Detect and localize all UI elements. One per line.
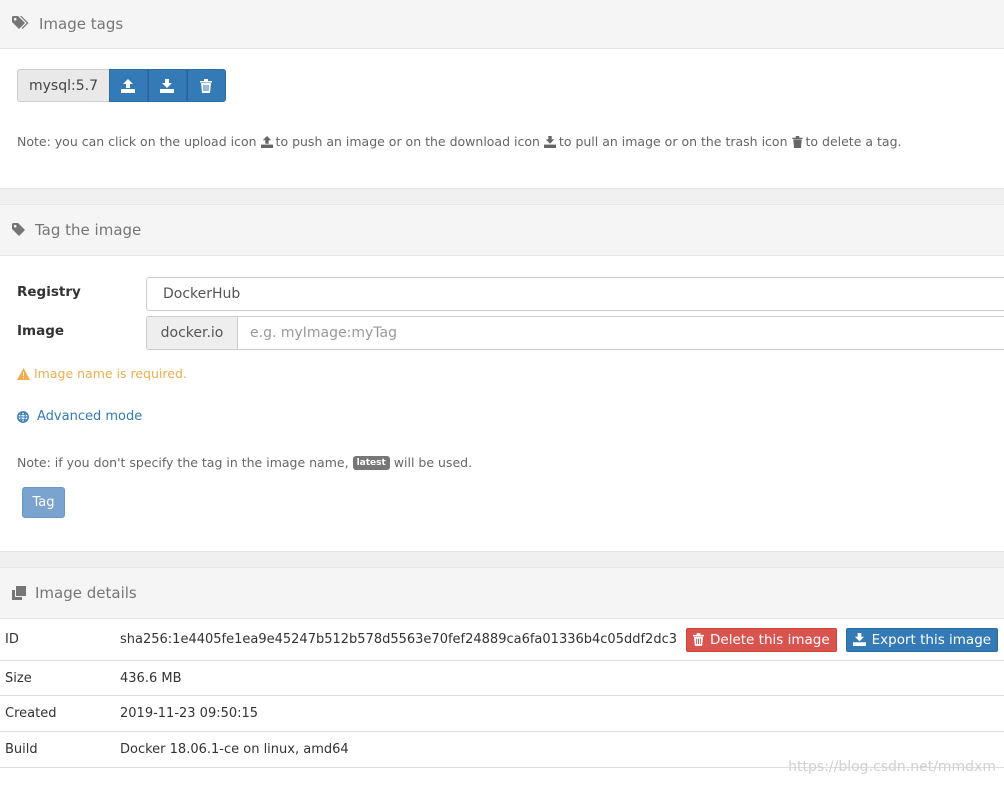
image-details-title: Image details: [35, 584, 137, 602]
globe-icon: [17, 410, 29, 423]
image-details-header: Image details: [0, 568, 1004, 619]
image-tags-title: Image tags: [39, 15, 124, 33]
download-icon: [852, 633, 866, 646]
image-required-warning: Image name is required.: [17, 366, 187, 381]
table-row: Size 436.6 MB: [0, 661, 1004, 696]
registry-prefix: docker.io: [146, 316, 237, 350]
trash-icon: [791, 135, 803, 148]
export-image-label: Export this image: [871, 631, 992, 648]
advanced-mode-label: Advanced mode: [37, 409, 143, 424]
tag-note-after: will be used.: [393, 455, 473, 470]
warning-text: Image name is required.: [34, 366, 187, 381]
tags-note-part-1: Note: you can click on the upload icon: [17, 134, 257, 149]
table-row: ID sha256:1e4405fe1ea9e45247b512b578d556…: [0, 619, 1004, 661]
upload-icon: [260, 135, 273, 148]
tag-image-header: Tag the image: [0, 205, 1004, 256]
tag-image-title: Tag the image: [35, 221, 142, 239]
trash-icon: [200, 78, 213, 93]
tag-note: Note: if you don't specify the tag in th…: [17, 455, 472, 470]
upload-icon: [121, 78, 136, 93]
id-value: sha256:1e4405fe1ea9e45247b512b578d5563e7…: [120, 632, 677, 647]
tags-note-part-2: to push an image or on the download icon: [275, 134, 540, 149]
build-value: Docker 18.06.1-ce on linux, amd64: [120, 742, 349, 757]
tag-name: mysql:5.7: [17, 69, 109, 102]
watermark: https://blog.csdn.net/mmdxm: [788, 759, 996, 775]
created-label: Created: [5, 706, 57, 721]
tag-image-panel: Tag the image Registry DockerHub Image d…: [0, 204, 1004, 552]
id-label: ID: [5, 632, 19, 647]
delete-tag-button[interactable]: [186, 69, 226, 102]
image-name-input[interactable]: [237, 316, 1004, 350]
registry-select[interactable]: DockerHub: [146, 277, 1004, 311]
image-details-panel: Image details ID sha256:1e4405fe1ea9e452…: [0, 567, 1004, 787]
table-row: Created 2019-11-23 09:50:15: [0, 696, 1004, 732]
trash-icon: [693, 633, 704, 646]
build-label: Build: [5, 742, 38, 757]
image-input-group: docker.io: [146, 316, 1004, 350]
latest-badge: latest: [352, 455, 390, 470]
created-value: 2019-11-23 09:50:15: [120, 706, 259, 721]
delete-image-button[interactable]: Delete this image: [686, 627, 837, 652]
tags-note: Note: you can click on the upload icon t…: [17, 134, 901, 149]
tags-note-part-3: to pull an image or on the trash icon: [558, 134, 788, 149]
tag-button[interactable]: Tag: [22, 487, 65, 518]
pull-tag-button[interactable]: [147, 69, 187, 102]
tag-button-group: mysql:5.7: [17, 69, 226, 102]
delete-image-label: Delete this image: [710, 631, 830, 648]
push-tag-button[interactable]: [108, 69, 148, 102]
image-tags-panel: Image tags mysql:5.7 Note: you can click…: [0, 0, 1004, 189]
download-icon: [543, 135, 556, 148]
tags-note-part-4: to delete a tag.: [805, 134, 902, 149]
registry-label: Registry: [17, 284, 81, 300]
clone-icon: [12, 586, 26, 600]
size-value: 436.6 MB: [120, 670, 182, 686]
download-icon: [160, 78, 175, 93]
tags-icon: [12, 16, 29, 29]
tag-icon: [12, 223, 25, 236]
image-label: Image: [17, 323, 65, 339]
export-image-button[interactable]: Export this image: [845, 627, 999, 652]
image-tags-header: Image tags: [0, 0, 1004, 49]
warning-icon: [17, 367, 30, 380]
size-label: Size: [5, 670, 32, 686]
advanced-mode-link[interactable]: Advanced mode: [17, 409, 142, 424]
registry-value: DockerHub: [163, 286, 241, 302]
tag-note-before: Note: if you don't specify the tag in th…: [17, 455, 349, 470]
